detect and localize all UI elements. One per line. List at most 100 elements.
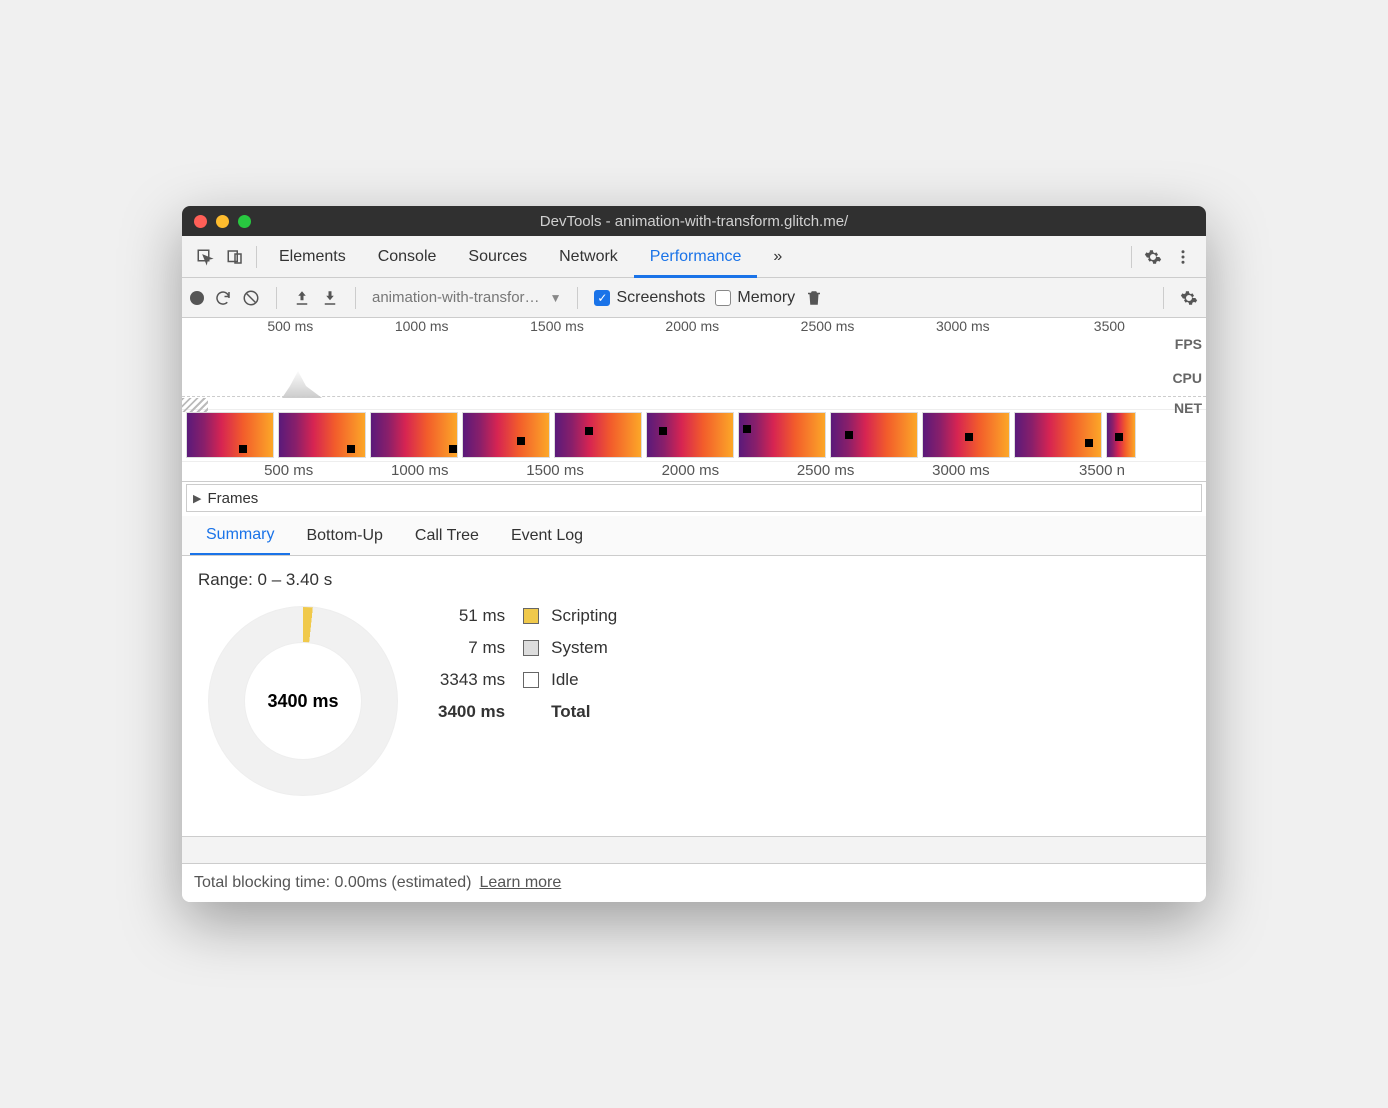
overview-tick: 2500 ms [801,318,859,334]
screenshot-thumbnail[interactable] [554,412,642,458]
thumbnail-marker [585,427,593,435]
maximize-window-button[interactable] [238,215,251,228]
thumbnail-marker [659,427,667,435]
record-button[interactable] [190,291,204,305]
legend-value: 3343 ms [438,670,511,690]
screenshot-thumbnail[interactable] [278,412,366,458]
load-profile-icon[interactable] [293,289,311,307]
tab-network[interactable]: Network [543,236,634,278]
timeline-tick: 1000 ms [391,462,453,479]
legend-swatch-scripting [523,608,539,624]
legend-label: Total [551,702,617,722]
summary-panel: Range: 0 – 3.40 s 3400 ms 51 ms Scripting… [182,556,1206,836]
screenshot-thumbnail[interactable] [186,412,274,458]
timeline-tick: 3000 ms [932,462,994,479]
fps-lane-label: FPS [1175,336,1202,352]
detail-tab-summary[interactable]: Summary [190,516,290,555]
cpu-activity-graph [282,368,322,398]
screenshots-checkbox[interactable]: Screenshots [594,289,705,307]
detail-tab-bottom-up[interactable]: Bottom-Up [290,516,398,555]
learn-more-link[interactable]: Learn more [479,874,561,892]
memory-label: Memory [737,289,795,307]
separator [256,246,257,268]
inspect-element-icon[interactable] [190,242,220,272]
settings-icon[interactable] [1138,242,1168,272]
cpu-lane-label: CPU [1172,370,1202,386]
footer-bar: Total blocking time: 0.00ms (estimated) … [182,864,1206,902]
window-titlebar: DevTools - animation-with-transform.glit… [182,206,1206,236]
devtools-window: DevTools - animation-with-transform.glit… [182,206,1206,902]
thumbnail-marker [1085,439,1093,447]
legend-value: 3400 ms [438,702,511,722]
separator [577,287,578,309]
thumbnail-marker [347,445,355,453]
devtools-tabstrip: ElementsConsoleSourcesNetworkPerformance… [182,236,1206,278]
blocking-time-text: Total blocking time: 0.00ms (estimated) [194,874,471,892]
overview-pane[interactable]: 500 ms1000 ms1500 ms2000 ms2500 ms3000 m… [182,318,1206,410]
checkbox-icon [715,290,731,306]
screenshot-thumbnail[interactable] [922,412,1010,458]
timeline-tick: 2500 ms [797,462,859,479]
overview-tick: 2000 ms [665,318,723,334]
net-lane-label: NET [1174,400,1202,416]
legend-label: Idle [551,670,617,690]
timeline-tick: 1500 ms [526,462,588,479]
minimize-window-button[interactable] [216,215,229,228]
overview-tick: 1000 ms [395,318,453,334]
screenshot-thumbnail[interactable] [830,412,918,458]
reload-button[interactable] [214,289,232,307]
legend-label: Scripting [551,606,617,626]
separator [355,287,356,309]
timeline-tick: 500 ms [264,462,317,479]
memory-checkbox[interactable]: Memory [715,289,795,307]
timeline-tick: 3500 n [1079,462,1129,479]
kebab-menu-icon[interactable] [1168,242,1198,272]
screenshot-thumbnail[interactable] [1106,412,1136,458]
tab-performance[interactable]: Performance [634,236,758,278]
legend-swatch-idle [523,672,539,688]
window-title: DevTools - animation-with-transform.glit… [182,213,1206,230]
thumbnail-marker [449,445,457,453]
capture-settings-icon[interactable] [1180,289,1198,307]
checkbox-icon [594,290,610,306]
screenshot-thumbnail[interactable] [646,412,734,458]
screenshot-thumbnail[interactable] [1014,412,1102,458]
separator [1131,246,1132,268]
legend-value: 51 ms [438,606,511,626]
frames-track[interactable]: ▶ Frames [186,484,1202,512]
select-chevron-icon: ▼ [550,291,562,305]
save-profile-icon[interactable] [321,289,339,307]
separator [1163,287,1164,309]
timeline-ruler[interactable]: 500 ms 1000 ms 1500 ms 2000 ms 2500 ms 3000 m… [182,462,1206,482]
summary-legend: 51 msScripting7 msSystem3343 msIdle3400 … [438,606,617,722]
summary-donut-chart: 3400 ms [208,606,398,796]
screenshot-thumbnail[interactable] [738,412,826,458]
window-controls [194,215,251,228]
detail-tab-event-log[interactable]: Event Log [495,516,599,555]
separator [276,287,277,309]
overview-tick: 3500 [1094,318,1129,334]
screenshot-thumbnail[interactable] [370,412,458,458]
timeline-tick: 2000 ms [662,462,724,479]
overview-tick: 3000 ms [936,318,994,334]
performance-toolbar: animation-with-transfor… ▼ Screenshots M… [182,278,1206,318]
range-text: Range: 0 – 3.40 s [198,570,1190,590]
overview-divider [182,396,1206,397]
overview-tick: 500 ms [267,318,317,334]
net-activity-graph [182,398,208,412]
clear-button[interactable] [242,289,260,307]
screenshot-filmstrip[interactable] [182,410,1206,462]
detail-tab-call-tree[interactable]: Call Tree [399,516,495,555]
expand-icon: ▶ [193,492,201,505]
profile-select[interactable]: animation-with-transfor… [372,289,540,306]
footer-spacer [182,836,1206,864]
tab-elements[interactable]: Elements [263,236,362,278]
tab-sources[interactable]: Sources [452,236,543,278]
delete-profile-icon[interactable] [805,289,823,307]
close-window-button[interactable] [194,215,207,228]
screenshot-thumbnail[interactable] [462,412,550,458]
tab-console[interactable]: Console [362,236,453,278]
legend-swatch-system [523,640,539,656]
device-toolbar-icon[interactable] [220,242,250,272]
more-tabs-button[interactable]: » [757,236,798,278]
